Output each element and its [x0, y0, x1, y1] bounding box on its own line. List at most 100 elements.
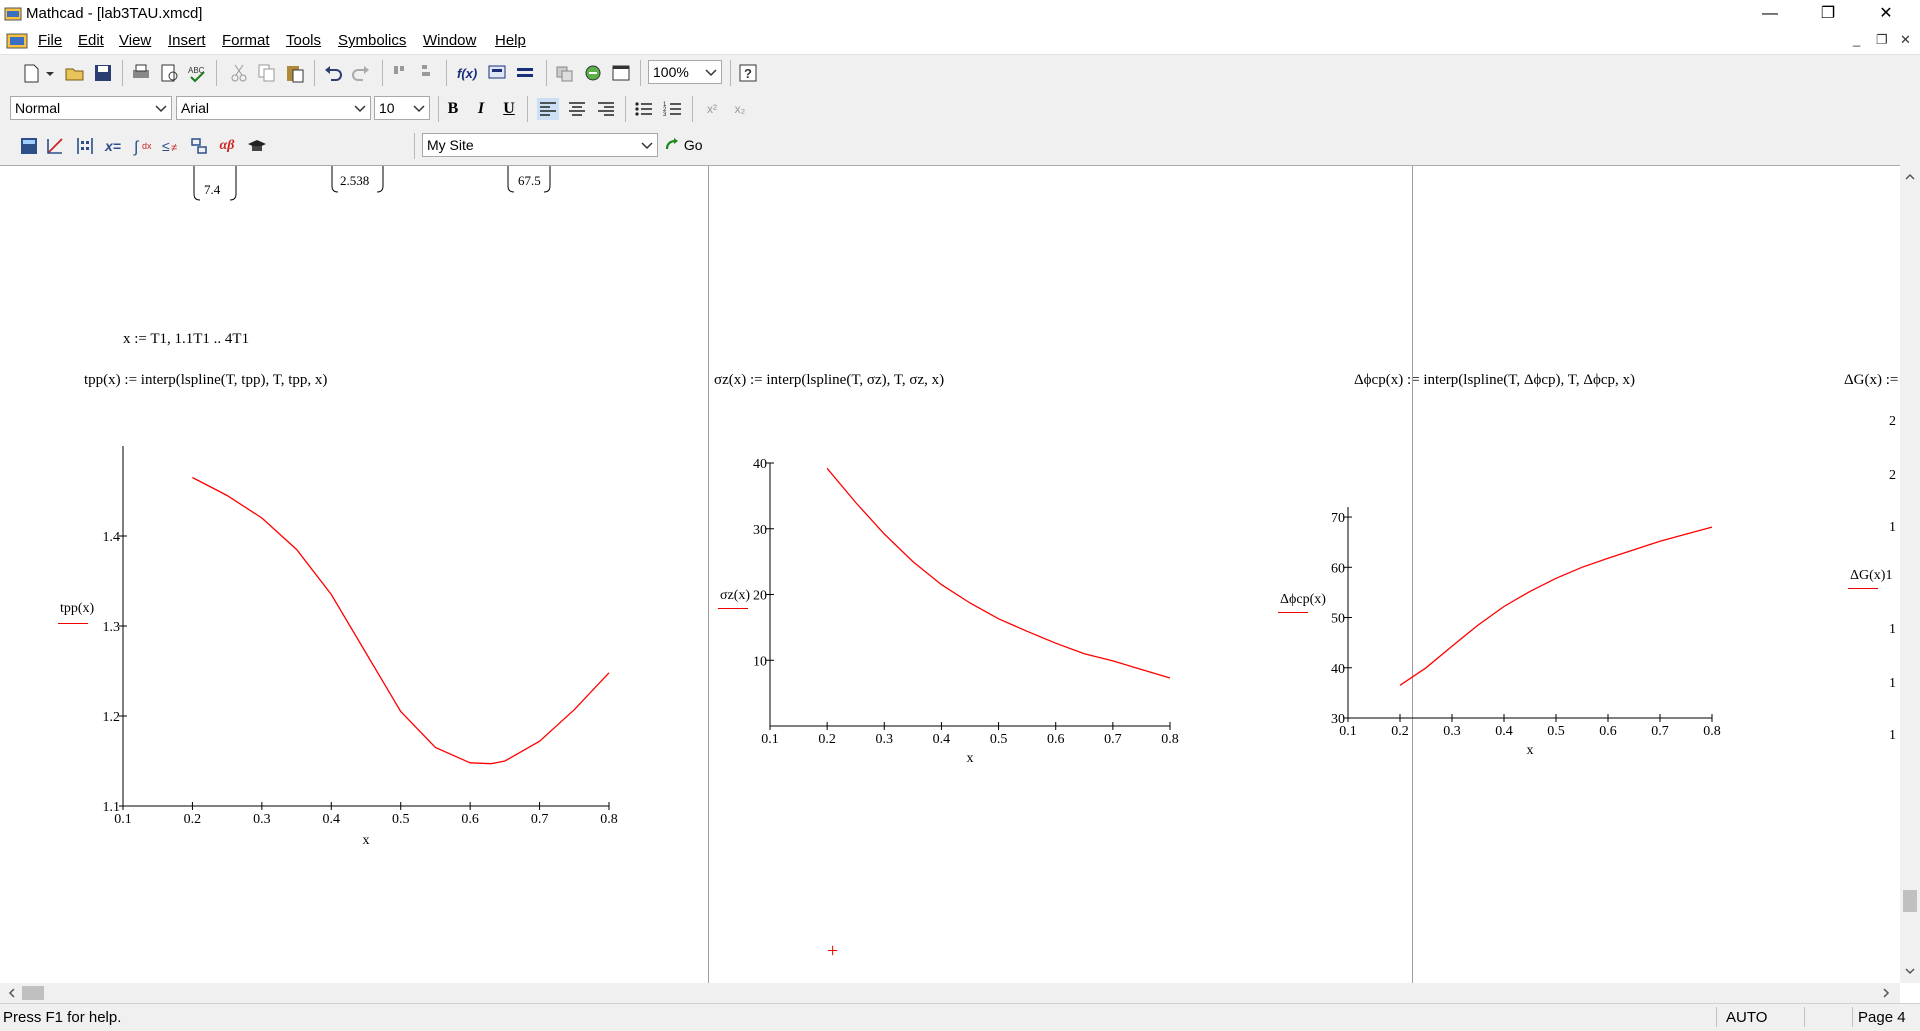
- underline-button[interactable]: U: [497, 98, 521, 120]
- font-select[interactable]: Arial: [176, 96, 371, 120]
- subscript-button[interactable]: x₂: [728, 98, 752, 120]
- calculator-icon[interactable]: [18, 135, 40, 157]
- document-icon[interactable]: [6, 32, 28, 50]
- plot-delta-phi-cp[interactable]: 0.1 0.2 0.3 0.4 0.5 0.6 0.7 0.83040506070x: [1300, 416, 1780, 984]
- plot-ylabel[interactable]: tpp(x): [60, 601, 94, 617]
- math-toolbar: x= ∫ dx ≤ ≠ αβ My Site Go: [0, 127, 1920, 166]
- resource-center-icon[interactable]: [582, 62, 604, 84]
- scroll-down-icon[interactable]: [1904, 965, 1916, 977]
- copy-icon[interactable]: [256, 62, 278, 84]
- bullet-list-icon[interactable]: [633, 98, 655, 120]
- scroll-right-icon[interactable]: [1880, 987, 1892, 999]
- cut-icon[interactable]: [228, 62, 250, 84]
- mdi-close-button[interactable]: ✕: [1900, 32, 1911, 48]
- italic-button[interactable]: I: [469, 98, 493, 120]
- align-center-icon[interactable]: [566, 98, 588, 120]
- symbolic-toolbar-icon[interactable]: [246, 135, 268, 157]
- graph-toolbar-icon[interactable]: [44, 135, 66, 157]
- programming-toolbar-icon[interactable]: [188, 135, 210, 157]
- greek-toolbar-button[interactable]: αβ: [215, 135, 239, 157]
- worksheet[interactable]: 7.4 2.538 67.5 x := T1, 1.1T1 .. 4T1 tpp…: [0, 165, 1900, 984]
- chevron-down-icon: [155, 105, 167, 113]
- status-divider: [1716, 1007, 1717, 1027]
- align-left-icon[interactable]: [537, 98, 559, 120]
- menu-edit[interactable]: Edit: [78, 32, 104, 49]
- function-definition[interactable]: Δϕcp(x) := interp(lspline(T, Δϕcp), T, Δ…: [1354, 372, 1635, 389]
- menu-window[interactable]: Window: [423, 32, 476, 49]
- window-icon[interactable]: [610, 62, 632, 84]
- vertical-scroll-thumb[interactable]: [1903, 890, 1917, 912]
- close-button[interactable]: ✕: [1858, 0, 1914, 28]
- horizontal-scroll-thumb[interactable]: [22, 986, 44, 1000]
- menu-help[interactable]: Help: [495, 32, 526, 49]
- function-definition[interactable]: σz(x) := interp(lspline(T, σz), T, σz, x…: [714, 372, 944, 389]
- print-icon[interactable]: [130, 62, 152, 84]
- restore-button[interactable]: ❐: [1800, 0, 1856, 28]
- menu-insert[interactable]: Insert: [168, 32, 206, 49]
- print-preview-icon[interactable]: [158, 62, 180, 84]
- scroll-left-icon[interactable]: [6, 987, 18, 999]
- function-definition[interactable]: ΔG(x) :=: [1844, 372, 1898, 389]
- align-top-icon[interactable]: [390, 62, 412, 84]
- new-document-icon[interactable]: [20, 62, 42, 84]
- horizontal-scrollbar[interactable]: [0, 983, 1900, 1003]
- superscript-button[interactable]: x²: [700, 98, 724, 120]
- zoom-select[interactable]: 100%: [648, 60, 722, 84]
- open-folder-icon[interactable]: [64, 62, 86, 84]
- function-definition[interactable]: tpp(x) := interp(lspline(T, tpp), T, tpp…: [84, 372, 327, 389]
- save-icon[interactable]: [92, 62, 114, 84]
- plot-ylabel[interactable]: ΔG(x)1: [1850, 568, 1892, 584]
- trace-marker: [1848, 588, 1878, 589]
- matrix-toolbar-icon[interactable]: [74, 135, 96, 157]
- insert-unit-icon[interactable]: [486, 62, 508, 84]
- x-tick-label: 0.8: [1703, 724, 1721, 739]
- mdi-minimize-button[interactable]: _: [1853, 32, 1860, 47]
- trace-marker: [58, 623, 88, 624]
- evaluation-toolbar-button[interactable]: x=: [101, 135, 125, 157]
- status-page: Page 4: [1858, 1009, 1906, 1026]
- x-axis-label: x: [1527, 743, 1534, 758]
- svg-text:∫: ∫: [133, 139, 140, 156]
- mathcad-app-icon: [4, 7, 22, 21]
- align-down-icon[interactable]: [416, 62, 438, 84]
- x-tick-label: 0.6: [461, 812, 479, 827]
- numbered-list-icon[interactable]: 123: [662, 98, 684, 120]
- minimize-button[interactable]: —: [1742, 0, 1798, 28]
- range-definition[interactable]: x := T1, 1.1T1 .. 4T1: [123, 331, 249, 348]
- boolean-toolbar-icon[interactable]: ≤ ≠: [160, 135, 182, 157]
- plot-sigma-z[interactable]: 0.1 0.2 0.3 0.4 0.5 0.6 0.7 0.8 10 20 30 40 x: [716, 416, 1196, 984]
- calculate-icon[interactable]: [514, 62, 536, 84]
- go-button[interactable]: Go: [664, 137, 703, 153]
- style-select[interactable]: Normal: [10, 96, 172, 120]
- undo-icon[interactable]: [322, 62, 344, 84]
- tick-label: 1: [1889, 728, 1896, 743]
- components-icon[interactable]: [554, 62, 576, 84]
- plot-tpp[interactable]: 0.1 0.2 0.3 0.4 0.5 0.6 0.7 0.81.11.21.31.4x: [50, 416, 630, 984]
- mdi-restore-button[interactable]: ❐: [1876, 32, 1888, 48]
- font-size-select[interactable]: 10: [374, 96, 430, 120]
- insert-function-icon[interactable]: f(x): [456, 62, 478, 84]
- paste-icon[interactable]: [284, 62, 306, 84]
- menu-format[interactable]: Format: [222, 32, 270, 49]
- calculus-toolbar-icon[interactable]: ∫ dx: [132, 135, 154, 157]
- toolbar-separator: [625, 96, 626, 122]
- align-right-icon[interactable]: [595, 98, 617, 120]
- x-tick-label: 0.7: [1651, 724, 1669, 739]
- site-select[interactable]: My Site: [422, 133, 658, 157]
- menu-tools[interactable]: Tools: [286, 32, 321, 49]
- toolbar-separator: [314, 60, 315, 86]
- x-axis-label: x: [363, 833, 370, 848]
- plot-ylabel[interactable]: σz(x): [720, 588, 750, 604]
- help-icon[interactable]: ?: [737, 62, 759, 84]
- new-dropdown-icon[interactable]: [44, 62, 56, 84]
- scroll-up-icon[interactable]: [1904, 171, 1916, 183]
- y-tick-label: 50: [1331, 612, 1345, 627]
- spell-check-icon[interactable]: ABC: [186, 62, 208, 84]
- vertical-scrollbar[interactable]: [1900, 165, 1920, 983]
- menu-symbolics[interactable]: Symbolics: [338, 32, 406, 49]
- menu-file[interactable]: File: [38, 32, 62, 49]
- bold-button[interactable]: B: [441, 98, 465, 120]
- plot-ylabel[interactable]: Δϕcp(x): [1280, 592, 1326, 608]
- redo-icon[interactable]: [350, 62, 372, 84]
- menu-view[interactable]: View: [119, 32, 151, 49]
